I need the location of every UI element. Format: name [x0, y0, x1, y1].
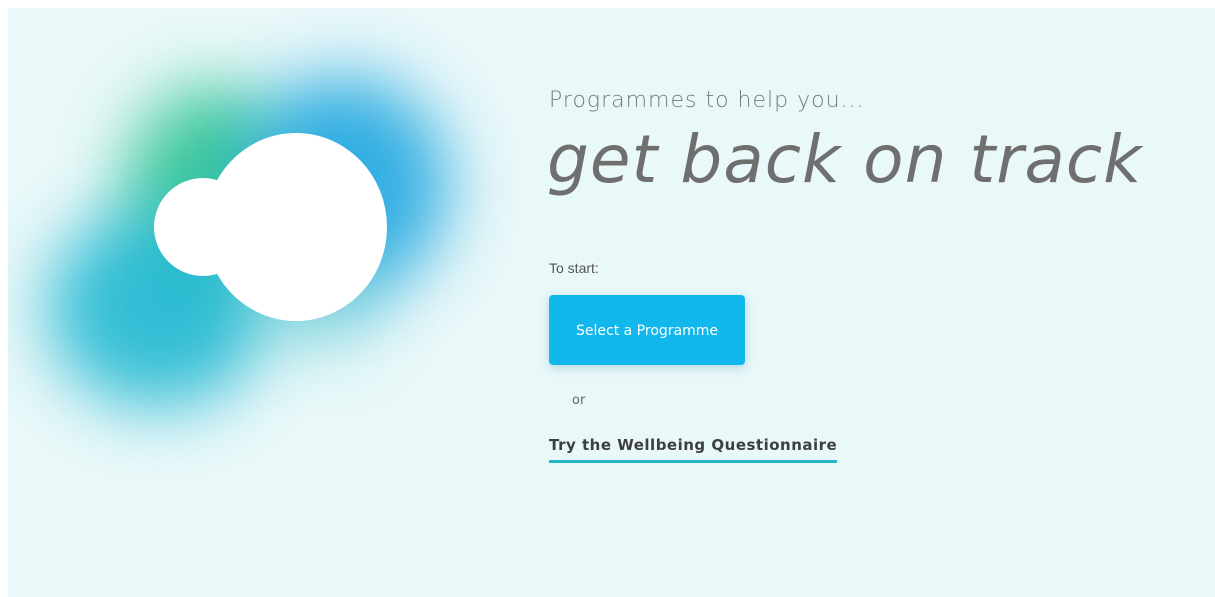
or-separator: or	[572, 393, 586, 408]
white-bubble-small	[154, 178, 252, 276]
start-label: To start:	[549, 260, 599, 276]
hero-subtitle: Programmes to help you...	[549, 88, 865, 113]
hero-content: Programmes to help you... get back on tr…	[547, 86, 1189, 463]
hero-title: get back on track	[547, 121, 1143, 198]
landing-page: Programmes to help you... get back on tr…	[8, 8, 1215, 597]
wellbeing-questionnaire-link[interactable]: Try the Wellbeing Questionnaire	[549, 436, 838, 463]
hero-illustration	[8, 8, 528, 528]
select-programme-button[interactable]: Select a Programme	[549, 295, 745, 365]
